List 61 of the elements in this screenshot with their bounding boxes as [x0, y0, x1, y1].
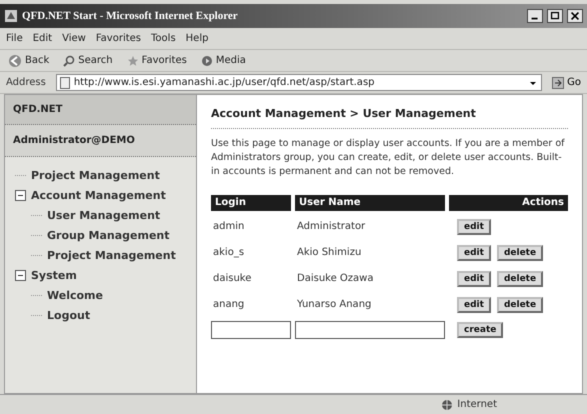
address-field[interactable]: http://www.is.esi.yamanashi.ac.jp/user/qfd.net/asp/start.asp: [56, 74, 542, 91]
user-label: Administrator@DEMO: [5, 125, 196, 157]
action-button[interactable]: edit: [457, 271, 491, 287]
go-arrow-icon: [552, 76, 564, 88]
table-cell-text: akio_s: [212, 246, 246, 260]
table-cell-text: Administrator: [296, 220, 366, 234]
user-name-input[interactable]: [295, 321, 445, 339]
star-icon: [126, 54, 139, 66]
tree-item[interactable]: Project Management: [47, 248, 176, 262]
tree-item[interactable]: System: [31, 268, 77, 282]
collapse-icon[interactable]: [15, 270, 26, 280]
window-title: QFD.NET Start - Microsoft Internet Explorer: [22, 10, 239, 22]
toolbar-button[interactable]: Back: [6, 54, 52, 68]
login-input[interactable]: [211, 321, 291, 339]
create-button[interactable]: create: [457, 322, 504, 338]
menu-item[interactable]: File: [6, 33, 23, 44]
menu-item[interactable]: Favorites: [96, 33, 142, 44]
action-button[interactable]: edit: [457, 245, 491, 261]
table-cell-text: Daisuke Ozawa: [296, 272, 374, 286]
table-cell-text: Akio Shimizu: [296, 246, 362, 260]
column-header: Actions: [449, 195, 568, 211]
zone-label: Internet: [457, 399, 497, 410]
table-cell-text: admin: [212, 220, 246, 234]
action-button[interactable]: edit: [457, 219, 491, 235]
tree-item[interactable]: Logout: [47, 308, 90, 322]
tree-item[interactable]: Group Management: [47, 228, 170, 242]
table-cell-text: Yunarso Anang: [296, 298, 372, 312]
column-header: User Name: [295, 195, 445, 211]
sidebar-header: QFD.NET: [5, 95, 196, 125]
toolbar-button[interactable]: Favorites: [124, 54, 189, 66]
url-text: http://www.is.esi.yamanashi.ac.jp/user/qfd.net/asp/start.asp: [74, 77, 376, 88]
page-icon: [60, 76, 70, 88]
menu-item[interactable]: Edit: [32, 33, 52, 44]
magnifier-icon: [63, 54, 76, 66]
menu-item[interactable]: View: [62, 33, 86, 44]
browser-icon: [4, 9, 18, 23]
media-icon: [200, 54, 213, 66]
action-button[interactable]: delete: [496, 297, 544, 313]
maximize-icon[interactable]: [547, 9, 563, 23]
toolbar-button[interactable]: Search: [61, 54, 115, 66]
close-icon[interactable]: [567, 9, 583, 23]
globe-icon: [441, 398, 454, 410]
column-header: Login: [211, 195, 291, 211]
action-button[interactable]: edit: [457, 297, 491, 313]
collapse-icon[interactable]: [15, 190, 26, 200]
minimize-icon[interactable]: [527, 9, 543, 23]
action-button[interactable]: delete: [496, 271, 544, 287]
tree-item[interactable]: Account Management: [31, 188, 166, 202]
action-button[interactable]: delete: [496, 245, 544, 261]
tree-item[interactable]: User Management: [47, 208, 160, 222]
address-label: Address: [6, 77, 46, 88]
breadcrumb: Account Management > User Management: [211, 107, 568, 129]
tree-item[interactable]: Welcome: [47, 288, 103, 302]
menu-item[interactable]: Help: [186, 33, 208, 44]
table-cell-text: daisuke: [212, 272, 252, 286]
menu-item[interactable]: Tools: [151, 33, 176, 44]
description: Use this page to manage or display user accounts. If you are a member of Administrators group, you can create, edit, or delete user accounts. Built-in accounts is permanent and can not be removed.: [211, 137, 566, 179]
table-cell-text: anang: [212, 298, 246, 312]
go-button[interactable]: Go: [552, 76, 581, 88]
tree-item[interactable]: Project Management: [31, 168, 160, 182]
toolbar-button[interactable]: Media: [198, 54, 248, 66]
